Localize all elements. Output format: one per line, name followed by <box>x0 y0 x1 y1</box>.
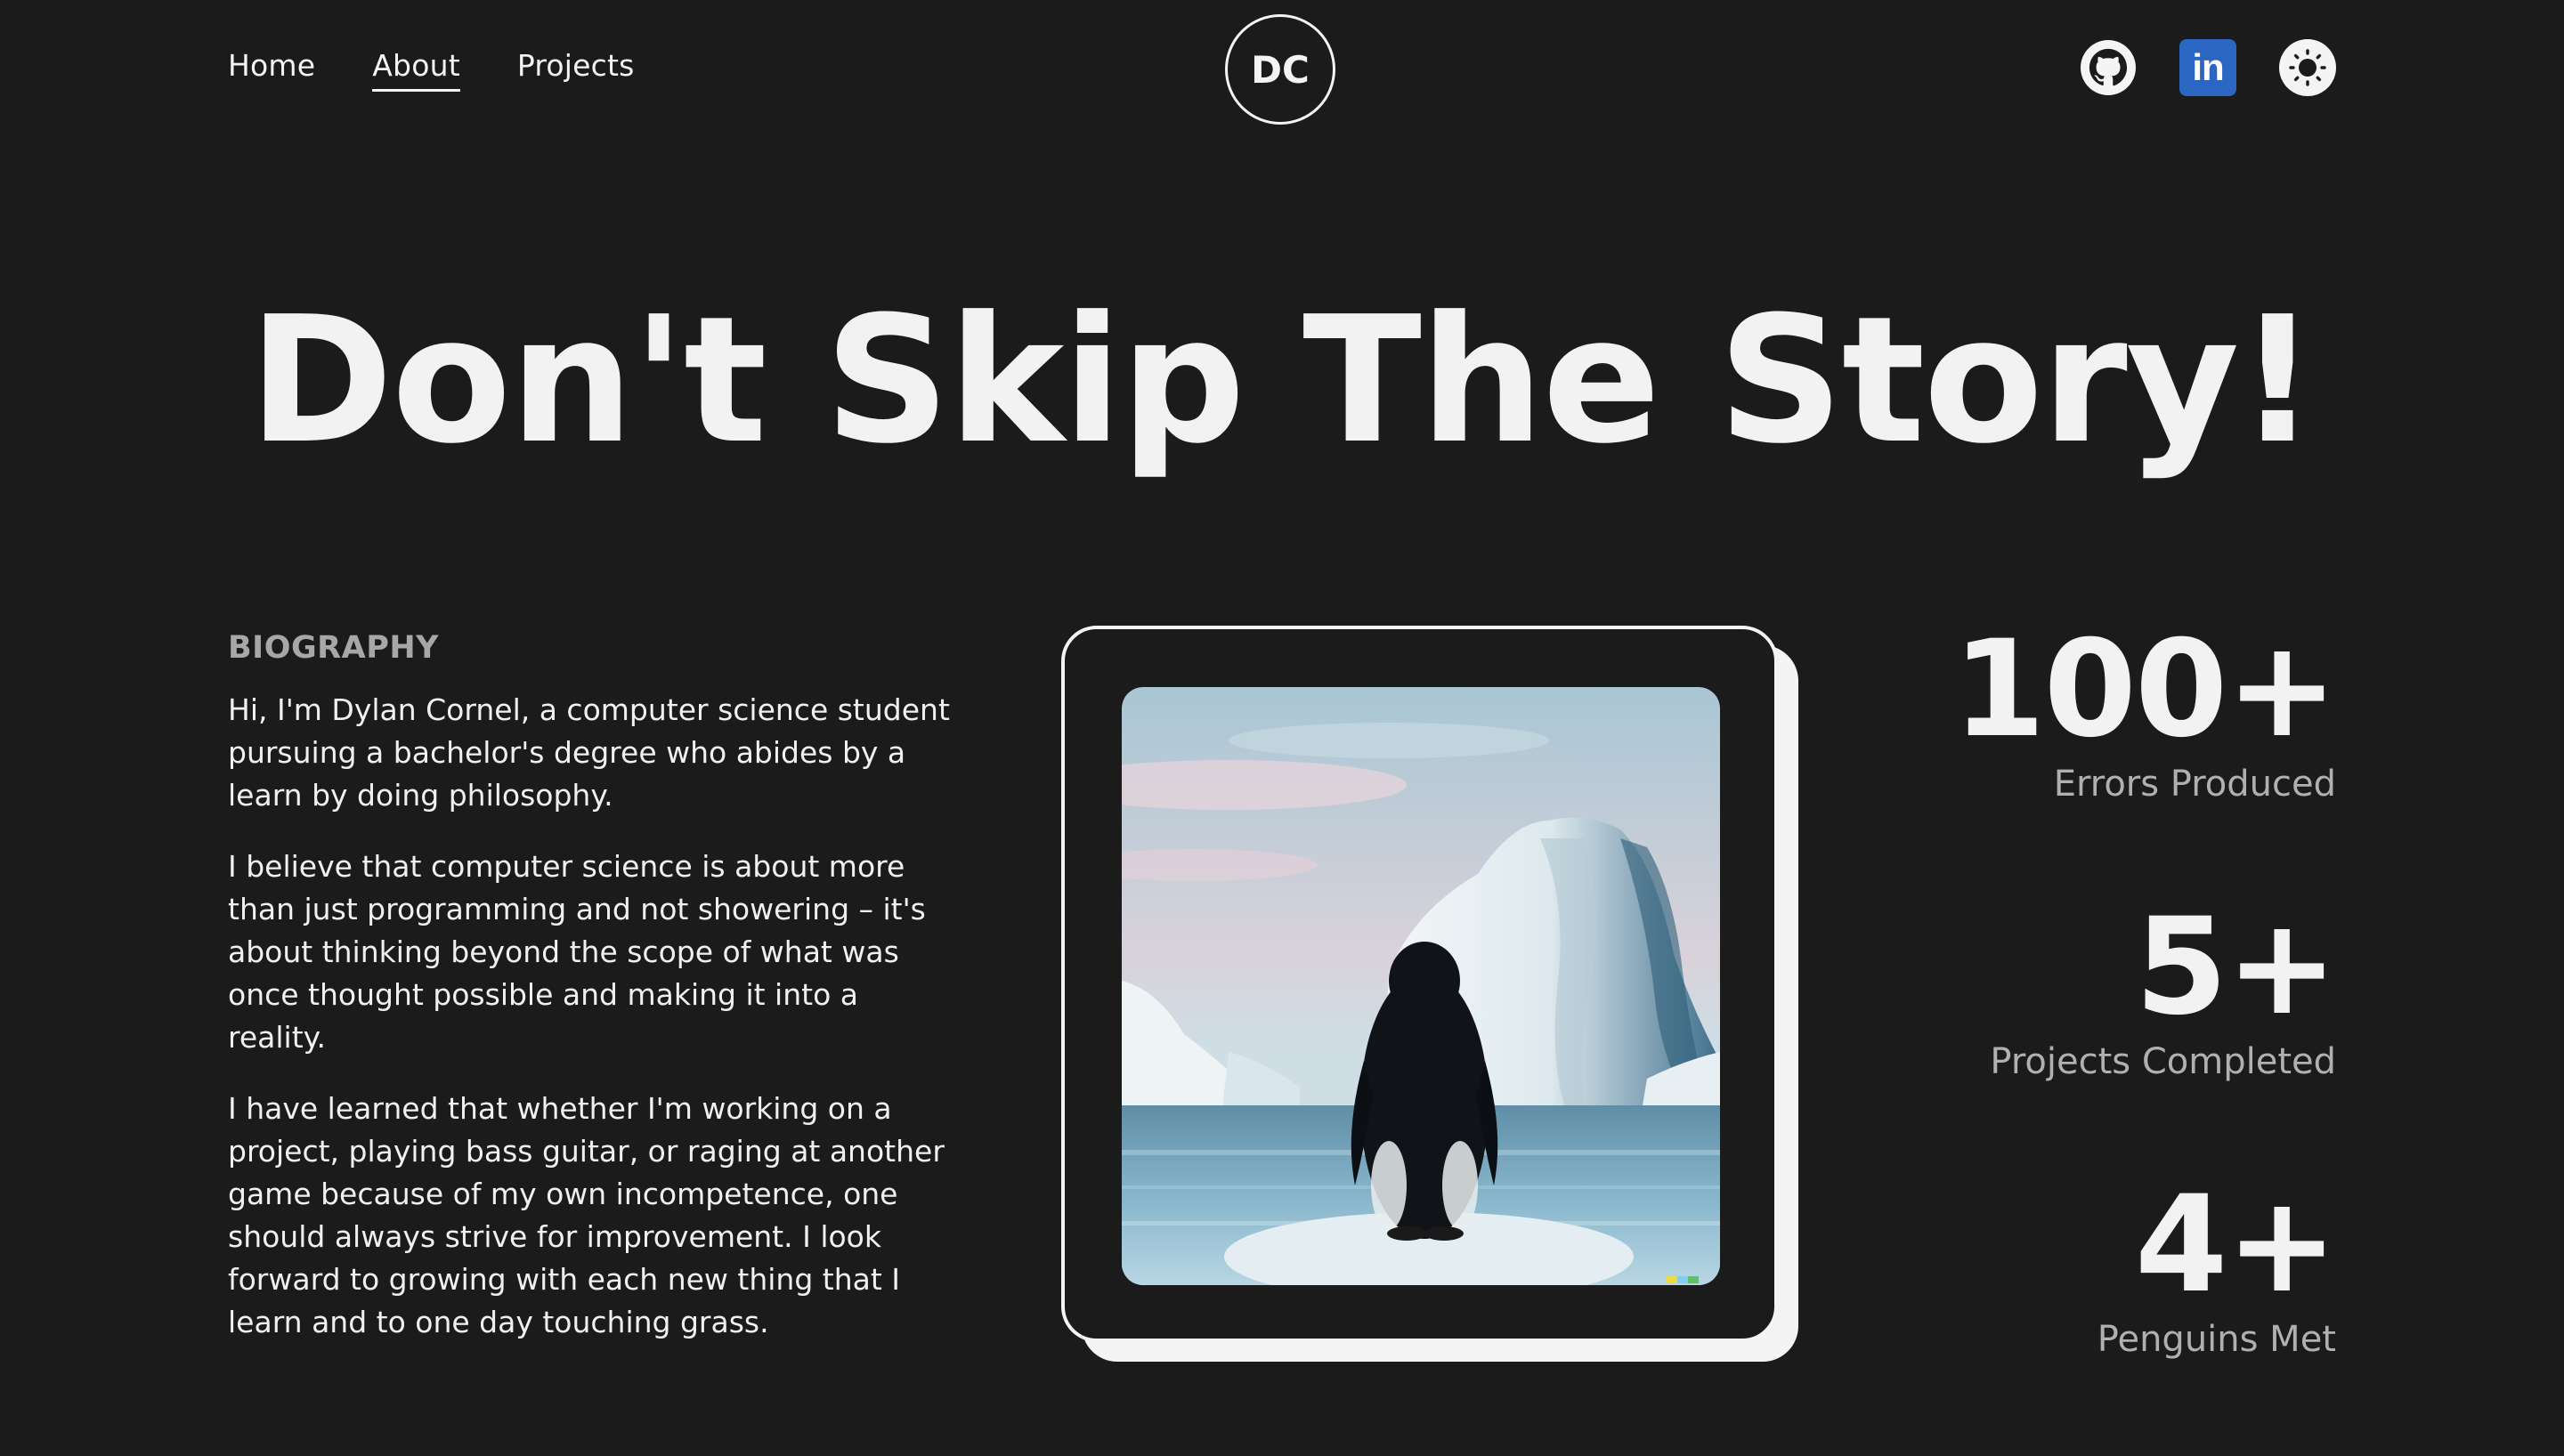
biography-heading: BIOGRAPHY <box>228 630 440 666</box>
stats-section: 100+ Errors Produced 5+ Projects Complet… <box>1713 612 2338 1456</box>
stat-value: 5+ <box>2134 890 2338 1045</box>
stat-label: Penguins Met <box>2097 1319 2336 1360</box>
biography-section: BIOGRAPHY Hi, I'm Dylan Cornel, a comput… <box>228 630 958 1372</box>
github-icon <box>2081 40 2136 95</box>
linkedin-icon: in <box>2179 39 2236 96</box>
nav-projects-link[interactable]: Projects <box>517 48 635 88</box>
stat-projects: 5+ Projects Completed <box>1713 890 2338 1082</box>
social-links: in <box>2080 39 2336 96</box>
stat-value: 100+ <box>1952 612 2338 767</box>
penguin-image <box>1122 687 1720 1285</box>
stat-label: Projects Completed <box>1990 1041 2336 1082</box>
stat-penguins: 4+ Penguins Met <box>1713 1168 2338 1360</box>
main-nav: Home About Projects <box>228 48 635 92</box>
stat-value: 4+ <box>2134 1168 2338 1323</box>
stat-label: Errors Produced <box>2053 764 2336 805</box>
theme-toggle-button[interactable] <box>2279 39 2336 96</box>
nav-about-link[interactable]: About <box>372 48 460 92</box>
stat-errors: 100+ Errors Produced <box>1713 612 2338 805</box>
bio-paragraph: I believe that computer science is about… <box>228 849 926 1055</box>
bio-paragraph: Hi, I'm Dylan Cornel, a computer science… <box>228 692 950 813</box>
sun-icon <box>2279 39 2336 96</box>
nav-home-link[interactable]: Home <box>228 48 315 88</box>
github-link[interactable] <box>2080 39 2137 96</box>
site-logo[interactable]: DC <box>1225 14 1335 125</box>
linkedin-link[interactable]: in <box>2179 39 2236 96</box>
hero-title: Don't Skip The Story! <box>248 279 2317 482</box>
bio-paragraph: I have learned that whether I'm working … <box>228 1091 945 1339</box>
